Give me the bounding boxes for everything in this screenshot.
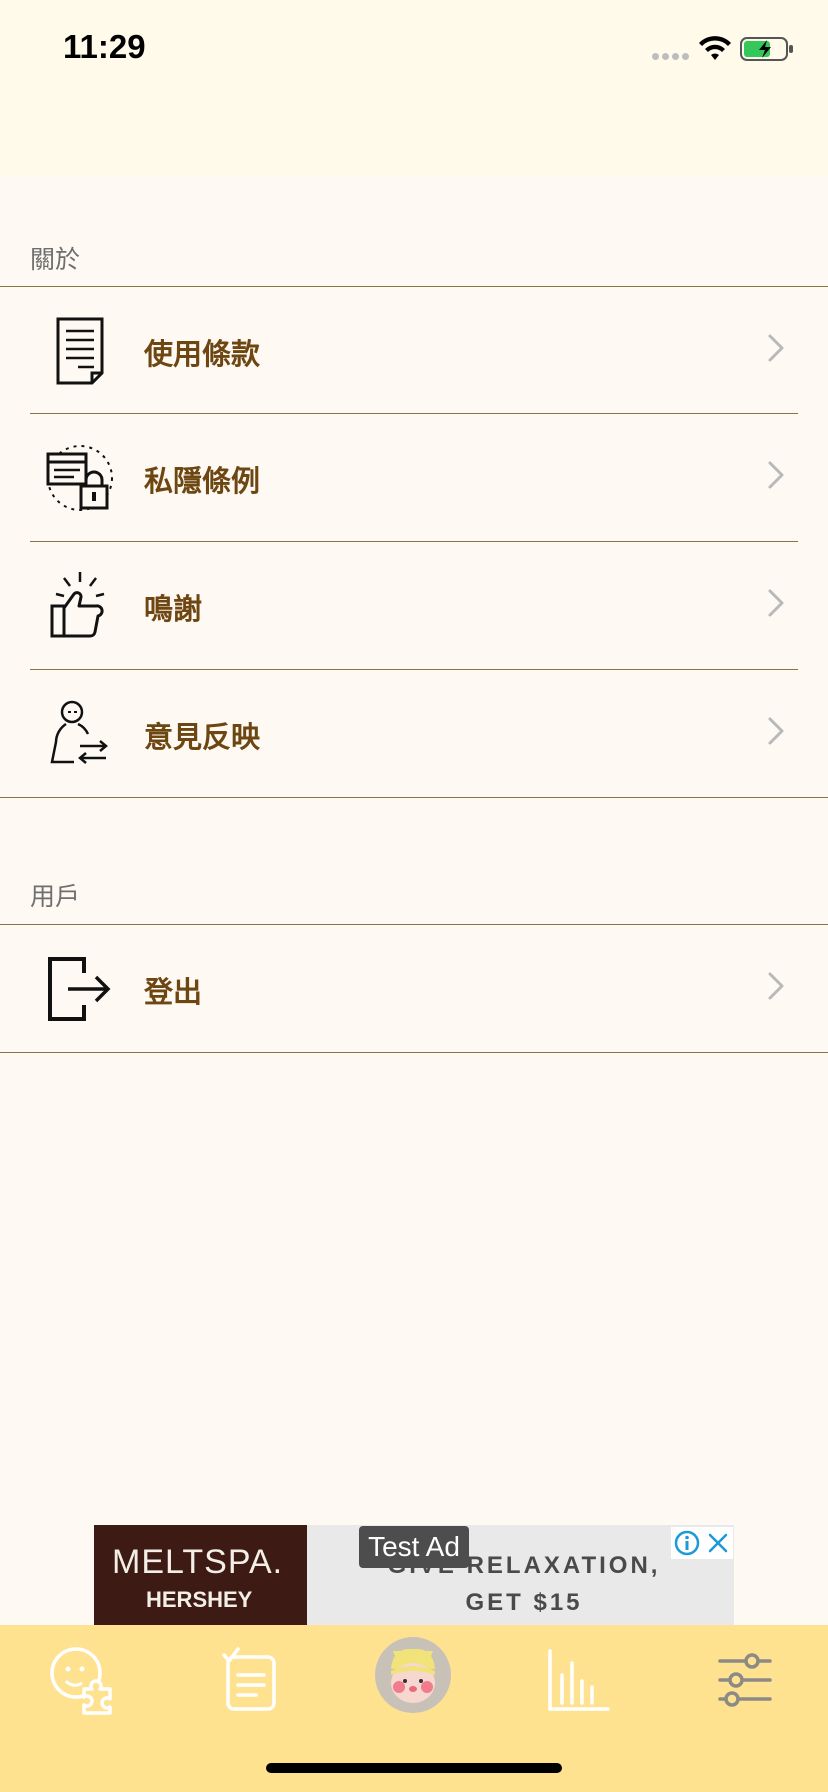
divider xyxy=(0,1052,828,1053)
cellular-signal-icon xyxy=(652,53,689,60)
checklist-icon[interactable] xyxy=(216,1645,286,1715)
thumbs-up-icon xyxy=(50,572,105,638)
ad-brand-sub: HERSHEY xyxy=(146,1587,253,1612)
ad-close-icon[interactable] xyxy=(703,1527,733,1559)
chevron-right-icon xyxy=(768,589,784,617)
ad-brand: MELTSPA. xyxy=(112,1543,284,1581)
puzzle-face-icon[interactable] xyxy=(48,1645,118,1715)
chevron-right-icon xyxy=(768,334,784,362)
chevron-right-icon xyxy=(768,972,784,1000)
privacy-lock-icon xyxy=(46,445,113,511)
home-indicator xyxy=(266,1763,562,1773)
row-label: 私隱條例 xyxy=(144,464,261,498)
status-bar: 11:29 xyxy=(0,0,828,176)
logout-icon xyxy=(48,957,111,1021)
chevron-right-icon xyxy=(768,717,784,745)
wifi-icon xyxy=(699,36,731,60)
row-logout[interactable]: 登出 xyxy=(0,925,828,1052)
section-header-user: 用戶 xyxy=(30,882,81,911)
chevron-right-icon xyxy=(768,461,784,489)
feedback-person-icon xyxy=(50,700,108,764)
row-label: 鳴謝 xyxy=(144,592,203,626)
avatar[interactable] xyxy=(375,1637,451,1713)
divider xyxy=(0,797,828,798)
sliders-icon[interactable] xyxy=(710,1645,780,1715)
battery-icon xyxy=(740,37,793,61)
row-label: 意見反映 xyxy=(144,720,261,754)
status-time: 11:29 xyxy=(63,28,146,65)
document-icon xyxy=(56,317,104,385)
row-label: 登出 xyxy=(144,975,203,1009)
row-credits[interactable]: 鳴謝 xyxy=(0,542,828,669)
bar-chart-icon[interactable] xyxy=(544,1645,614,1715)
row-privacy[interactable]: 私隱條例 xyxy=(0,414,828,541)
row-label: 使用條款 xyxy=(144,337,261,371)
section-header-about: 關於 xyxy=(30,245,81,274)
row-terms[interactable]: 使用條款 xyxy=(0,287,828,414)
row-feedback[interactable]: 意見反映 xyxy=(0,670,828,797)
ad-copy-line2: GET $15 xyxy=(465,1589,583,1616)
test-ad-label: Test Ad xyxy=(359,1526,469,1568)
ad-brand-block: MELTSPA. HERSHEY xyxy=(94,1525,307,1625)
ad-info-icon[interactable] xyxy=(671,1527,703,1559)
